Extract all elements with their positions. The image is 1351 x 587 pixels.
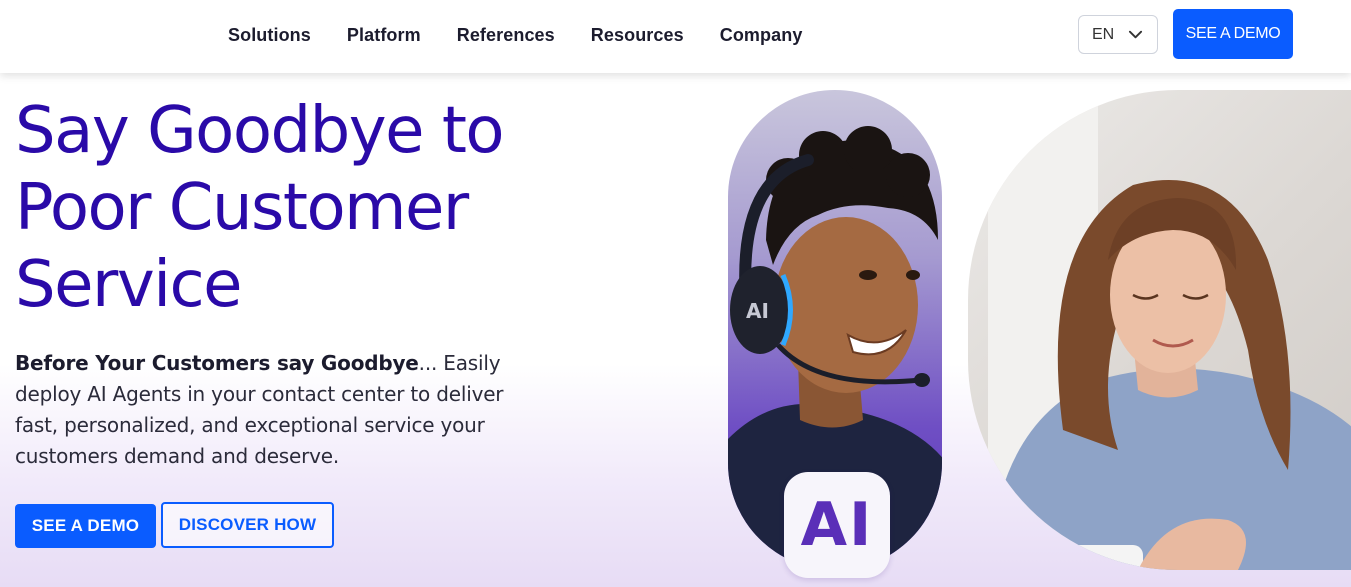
language-select[interactable]: EN (1078, 15, 1158, 54)
customer-photo (968, 90, 1351, 570)
nav-item-solutions[interactable]: Solutions (228, 25, 311, 46)
headset-ai-label: AI (746, 299, 769, 323)
ai-badge: AI (784, 472, 890, 578)
main-nav: Solutions Platform References Resources … (228, 0, 838, 70)
ai-badge-text: AI (800, 490, 874, 560)
header-see-demo-button[interactable]: SEE A DEMO (1173, 9, 1293, 59)
chevron-down-icon (1128, 30, 1143, 39)
hero-title: Say Goodbye to Poor Customer Service (15, 93, 575, 324)
site-header: Solutions Platform References Resources … (0, 0, 1351, 73)
nav-item-platform[interactable]: Platform (347, 25, 421, 46)
customer-illustration (988, 90, 1351, 570)
hero-subtitle: Before Your Customers say Goodbye... Eas… (15, 348, 505, 472)
see-demo-button[interactable]: SEE A DEMO (15, 504, 156, 548)
hero-title-line: Poor Customer (15, 171, 469, 245)
discover-how-button[interactable]: DISCOVER HOW (161, 502, 334, 548)
hero-title-line: Service (15, 248, 243, 322)
nav-item-company[interactable]: Company (720, 25, 803, 46)
nav-item-references[interactable]: References (457, 25, 555, 46)
hero-subtitle-bold: Before Your Customers say Goodbye (15, 351, 419, 375)
hero-title-line: Say Goodbye to (15, 94, 505, 168)
language-value: EN (1092, 25, 1115, 43)
nav-item-resources[interactable]: Resources (591, 25, 684, 46)
